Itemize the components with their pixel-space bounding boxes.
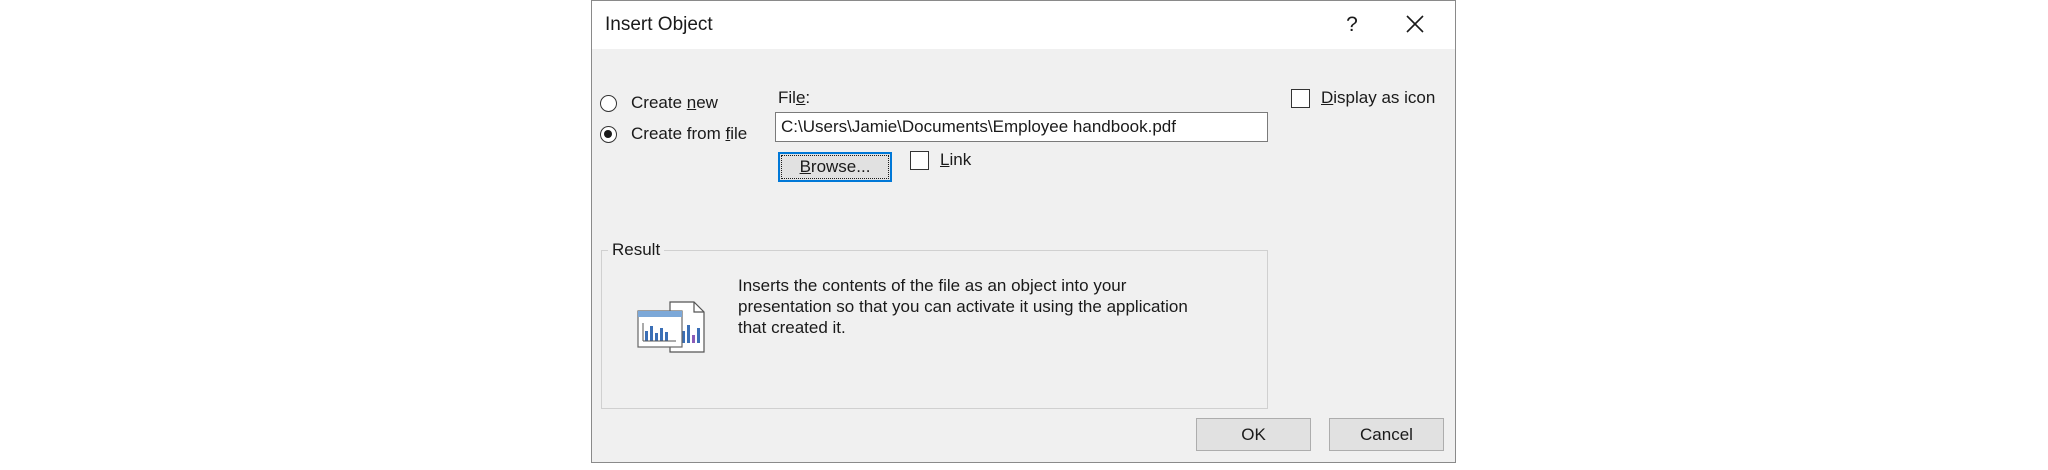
result-line-1: Inserts the contents of the file as an o… [738,276,1127,295]
ok-button[interactable]: OK [1196,418,1311,451]
create-from-file-label: Create from file [631,124,748,143]
file-label: File: [778,88,811,107]
display-as-icon-label: Display as icon [1321,88,1436,107]
dialog-title: Insert Object [605,14,713,35]
result-line-2: presentation so that you can activate it… [738,297,1188,316]
create-new-radio[interactable] [600,94,617,112]
help-button[interactable]: ? [1332,7,1372,43]
create-new-label: Create new [631,93,718,112]
result-legend: Result [608,240,665,260]
link-checkbox-option[interactable]: Link [910,150,971,170]
browse-button-label: Browse... [781,155,889,179]
browse-button[interactable]: Browse... [778,152,892,182]
link-label: Link [940,150,972,169]
create-from-file-radio-option[interactable]: Create from file [600,124,747,144]
display-as-icon-option[interactable]: Display as icon [1291,88,1435,108]
cancel-button[interactable]: Cancel [1329,418,1444,451]
result-line-3: that created it. [738,318,846,337]
link-checkbox[interactable] [910,150,929,170]
file-path-input[interactable] [775,112,1268,142]
title-bar: Insert Object ? [592,1,1455,49]
embedded-chart-object-icon [636,297,708,360]
create-from-file-radio[interactable] [600,125,617,143]
result-description: Inserts the contents of the file as an o… [738,275,1248,338]
create-new-radio-option[interactable]: Create new [600,93,718,113]
close-button[interactable] [1392,5,1438,45]
insert-object-dialog: Insert Object ? Create new Create from f… [591,0,1456,463]
close-icon [1406,15,1424,33]
display-as-icon-checkbox[interactable] [1291,88,1310,108]
